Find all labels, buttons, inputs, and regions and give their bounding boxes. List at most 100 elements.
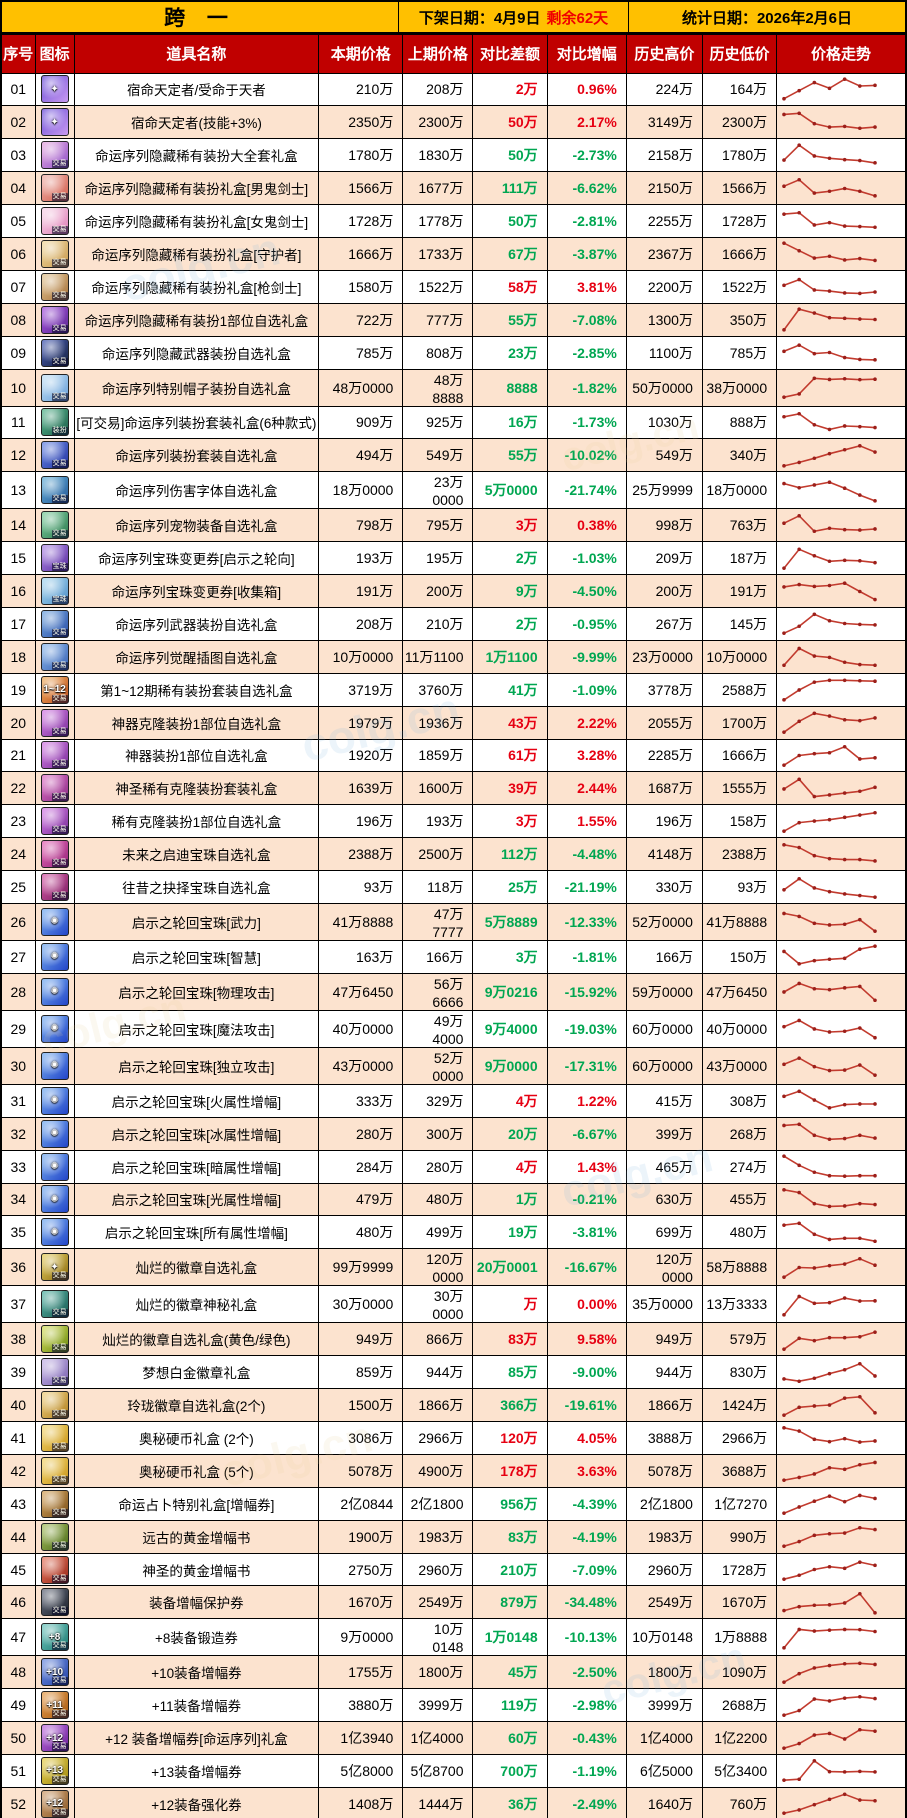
current-price: 191万 xyxy=(318,574,404,608)
price-change-pct: 4.05% xyxy=(546,1421,627,1455)
previous-price: 210万 xyxy=(402,606,474,641)
history-low: 1566万 xyxy=(701,171,778,206)
item-name: 奥秘硬币礼盒 (5个) xyxy=(73,1453,320,1488)
previous-price: 4900万 xyxy=(402,1453,474,1488)
item-icon-cell: 交易 xyxy=(34,1486,75,1521)
table-row[interactable]: 06 交易 命运序列隐藏稀有装扮礼盒[守护者] 1666万 1733万 67万 … xyxy=(0,236,907,271)
table-row[interactable]: 38 交易 灿烂的徽章自选礼盒(黄色/绿色) 949万 866万 83万 9.5… xyxy=(0,1322,907,1357)
table-row[interactable]: 43 交易 命运占卜特别礼盒[增幅券] 2亿0844 2亿1800 956万 -… xyxy=(0,1486,907,1521)
item-name: 命运序列隐藏武器装扮自选礼盒 xyxy=(73,335,320,370)
history-high: 35万0000 xyxy=(625,1285,703,1324)
price-change-pct: -7.09% xyxy=(546,1552,627,1587)
price-diff: 83万 xyxy=(472,1322,548,1357)
table-row[interactable]: 07 交易 命运序列隐藏稀有装扮礼盒[枪剑士] 1580万 1522万 58万 … xyxy=(0,269,907,304)
item-name: 神器装扮1部位自选礼盒 xyxy=(73,738,320,773)
trade-badge: 交易 xyxy=(51,1272,68,1281)
table-row[interactable]: 48 +10 交易 +10装备增幅券 1755万 1800万 45万 -2.50… xyxy=(0,1655,907,1690)
item-icon: 交易 xyxy=(40,511,69,540)
table-row[interactable]: 45 交易 神圣的黄金增幅书 2750万 2960万 210万 -7.09% 2… xyxy=(0,1552,907,1587)
price-trend-sparkline xyxy=(776,204,907,238)
table-row[interactable]: 34 ✺ 启示之轮回宝珠[光属性增幅] 479万 480万 1万 -0.21% … xyxy=(0,1182,907,1217)
table-row[interactable]: 33 ✺ 启示之轮回宝珠[暗属性增幅] 284万 280万 4万 1.43% 4… xyxy=(0,1149,907,1184)
table-row[interactable]: 10 交易 命运序列特别帽子装扮自选礼盒 48万0000 48万8888 888… xyxy=(0,368,907,407)
top-band: 跨 一 下架日期：4月9日 剩余62天 统计日期：2026年2月6日 xyxy=(0,0,907,33)
table-row[interactable]: 14 交易 命运序列宠物装备自选礼盒 798万 795万 3万 0.38% 99… xyxy=(0,508,907,543)
item-icon: 交易 xyxy=(40,1456,69,1485)
table-row[interactable]: 23 交易 稀有克隆装扮1部位自选礼盒 196万 193万 3万 1.55% 1… xyxy=(0,804,907,839)
item-icon: 装扮 xyxy=(40,408,69,437)
table-row[interactable]: 13 交易 命运序列伤害字体自选礼盒 18万0000 23万0000 5万000… xyxy=(0,471,907,510)
table-row[interactable]: 01 ✦ 宿命天定者/受命于天者 210万 208万 2万 0.96% 224万… xyxy=(0,72,907,107)
table-row[interactable]: 37 交易 灿烂的徽章神秘礼盒 30万0000 30万0000 万 0.00% … xyxy=(0,1285,907,1324)
price-diff: 1万 xyxy=(472,1182,548,1217)
row-number: 32 xyxy=(0,1116,36,1151)
price-change-pct: 2.22% xyxy=(546,705,627,740)
table-row[interactable]: 21 交易 神器装扮1部位自选礼盒 1920万 1859万 61万 3.28% … xyxy=(0,738,907,773)
table-row[interactable]: 50 +12 交易 +12 装备增幅券[命运序列]礼盒 1亿3940 1亿400… xyxy=(0,1721,907,1756)
item-icon: 交易 xyxy=(40,1358,69,1387)
current-price: 193万 xyxy=(318,541,404,576)
row-number: 21 xyxy=(0,738,36,773)
history-high: 2亿1800 xyxy=(625,1486,703,1521)
table-row[interactable]: 27 ✺ 启示之轮回宝珠[智慧] 163万 166万 3万 -1.81% 166… xyxy=(0,939,907,974)
price-diff: 67万 xyxy=(472,236,548,271)
table-row[interactable]: 36 ✦ 交易 灿烂的徽章自选礼盒 99万9999 120万0000 20万00… xyxy=(0,1248,907,1287)
trade-badge: 交易 xyxy=(51,1309,68,1318)
table-row[interactable]: 44 交易 远古的黄金增幅书 1900万 1983万 83万 -4.19% 19… xyxy=(0,1519,907,1554)
item-icon-cell: 交易 xyxy=(34,1355,75,1390)
table-row[interactable]: 47 +8 交易 +8装备锻造券 9万0000 10万0148 1万0148 -… xyxy=(0,1618,907,1657)
trade-badge: 交易 xyxy=(51,1377,68,1386)
item-name: 神圣稀有克隆装扮套装礼盒 xyxy=(73,771,320,806)
table-row[interactable]: 42 交易 奥秘硬币礼盒 (5个) 5078万 4900万 178万 3.63%… xyxy=(0,1453,907,1488)
table-row[interactable]: 05 交易 命运序列隐藏稀有装扮礼盒[女鬼剑士] 1728万 1778万 50万… xyxy=(0,204,907,238)
table-row[interactable]: 41 交易 奥秘硬币礼盒 (2个) 3086万 2966万 120万 4.05%… xyxy=(0,1421,907,1455)
table-row[interactable]: 08 交易 命运序列隐藏稀有装扮1部位自选礼盒 722万 777万 55万 -7… xyxy=(0,302,907,337)
item-name: 命运序列隐藏稀有装扮1部位自选礼盒 xyxy=(73,302,320,337)
item-icon-cell: 交易 xyxy=(34,302,75,337)
previous-price: 2960万 xyxy=(402,1552,474,1587)
item-name: 启示之轮回宝珠[武力] xyxy=(73,902,320,941)
table-row[interactable]: 40 交易 玲珑徽章自选礼盒(2个) 1500万 1866万 366万 -19.… xyxy=(0,1388,907,1422)
table-row[interactable]: 35 ✺ 启示之轮回宝珠[所有属性增幅] 480万 499万 19万 -3.81… xyxy=(0,1215,907,1250)
table-row[interactable]: 18 交易 命运序列觉醒插图自选礼盒 10万0000 11万1100 1万110… xyxy=(0,639,907,674)
price-diff: 5万8889 xyxy=(472,902,548,941)
item-icon-cell: +12 交易 xyxy=(34,1721,75,1756)
table-row[interactable]: 22 交易 神圣稀有克隆装扮套装礼盒 1639万 1600万 39万 2.44%… xyxy=(0,771,907,806)
table-row[interactable]: 17 交易 命运序列武器装扮自选礼盒 208万 210万 2万 -0.95% 2… xyxy=(0,606,907,641)
table-row[interactable]: 32 ✺ 启示之轮回宝珠[冰属性增幅] 280万 300万 20万 -6.67%… xyxy=(0,1116,907,1151)
table-row[interactable]: 12 交易 命运序列装扮套装自选礼盒 494万 549万 55万 -10.02%… xyxy=(0,438,907,473)
table-row[interactable]: 09 交易 命运序列隐藏武器装扮自选礼盒 785万 808万 23万 -2.85… xyxy=(0,335,907,370)
price-trend-sparkline xyxy=(776,939,907,974)
table-row[interactable]: 20 交易 神器克隆装扮1部位自选礼盒 1979万 1936万 43万 2.22… xyxy=(0,705,907,740)
table-row[interactable]: 15 宝珠 命运序列宝珠变更券[启示之轮向] 193万 195万 2万 -1.0… xyxy=(0,541,907,576)
item-icon-cell: 交易 xyxy=(34,171,75,206)
table-row[interactable]: 16 宝珠 命运序列宝珠变更券[收集箱] 191万 200万 9万 -4.50%… xyxy=(0,574,907,608)
table-row[interactable]: 11 装扮 [可交易]命运序列装扮套装礼盒(6种款式) 909万 925万 16… xyxy=(0,405,907,440)
table-row[interactable]: 30 ✺ 启示之轮回宝珠[独立攻击] 43万0000 52万0000 9万000… xyxy=(0,1046,907,1085)
price-diff: 112万 xyxy=(472,837,548,872)
table-row[interactable]: 24 交易 未来之启迪宝珠自选礼盒 2388万 2500万 112万 -4.48… xyxy=(0,837,907,872)
table-row[interactable]: 31 ✺ 启示之轮回宝珠[火属性增幅] 333万 329万 4万 1.22% 4… xyxy=(0,1083,907,1118)
table-row[interactable]: 02 ✦ 宿命天定者(技能+3%) 2350万 2300万 50万 2.17% … xyxy=(0,105,907,140)
price-trend-sparkline xyxy=(776,902,907,941)
table-row[interactable]: 28 ✺ 启示之轮回宝珠[物理攻击] 47万6450 56万6666 9万021… xyxy=(0,972,907,1011)
table-row[interactable]: 25 交易 往昔之抉择宝珠自选礼盒 93万 118万 25万 -21.19% 3… xyxy=(0,870,907,904)
table-row[interactable]: 51 +13 交易 +13装备增幅券 5亿8000 5亿8700 700万 -1… xyxy=(0,1754,907,1788)
table-row[interactable]: 39 交易 梦想白金徽章礼盒 859万 944万 85万 -9.00% 944万… xyxy=(0,1355,907,1390)
price-diff: 39万 xyxy=(472,771,548,806)
item-icon: 交易 xyxy=(40,708,69,737)
history-high: 330万 xyxy=(625,870,703,904)
table-row[interactable]: 19 1~12 交易 第1~12期稀有装扮套装自选礼盒 3719万 3760万 … xyxy=(0,672,907,707)
price-change-pct: -9.00% xyxy=(546,1355,627,1390)
table-row[interactable]: 04 交易 命运序列隐藏稀有装扮礼盒[男鬼剑士] 1566万 1677万 111… xyxy=(0,171,907,206)
price-trend-sparkline xyxy=(776,606,907,641)
price-trend-sparkline xyxy=(776,1248,907,1287)
table-row[interactable]: 29 ✺ 启示之轮回宝珠[魔法攻击] 40万0000 49万4000 9万400… xyxy=(0,1009,907,1048)
table-row[interactable]: 49 +11 交易 +11装备增幅券 3880万 3999万 119万 -2.9… xyxy=(0,1688,907,1723)
price-change-pct: -2.50% xyxy=(546,1655,627,1690)
table-row[interactable]: 46 交易 装备增幅保护券 1670万 2549万 879万 -34.48% 2… xyxy=(0,1585,907,1620)
row-number: 38 xyxy=(0,1322,36,1357)
table-row[interactable]: 03 交易 命运序列隐藏稀有装扮大全套礼盒 1780万 1830万 50万 -2… xyxy=(0,138,907,173)
table-row[interactable]: 52 +12 交易 +12装备强化券 1408万 1444万 36万 -2.49… xyxy=(0,1786,907,1818)
table-row[interactable]: 26 ✺ 启示之轮回宝珠[武力] 41万8888 47万7777 5万8889 … xyxy=(0,902,907,941)
